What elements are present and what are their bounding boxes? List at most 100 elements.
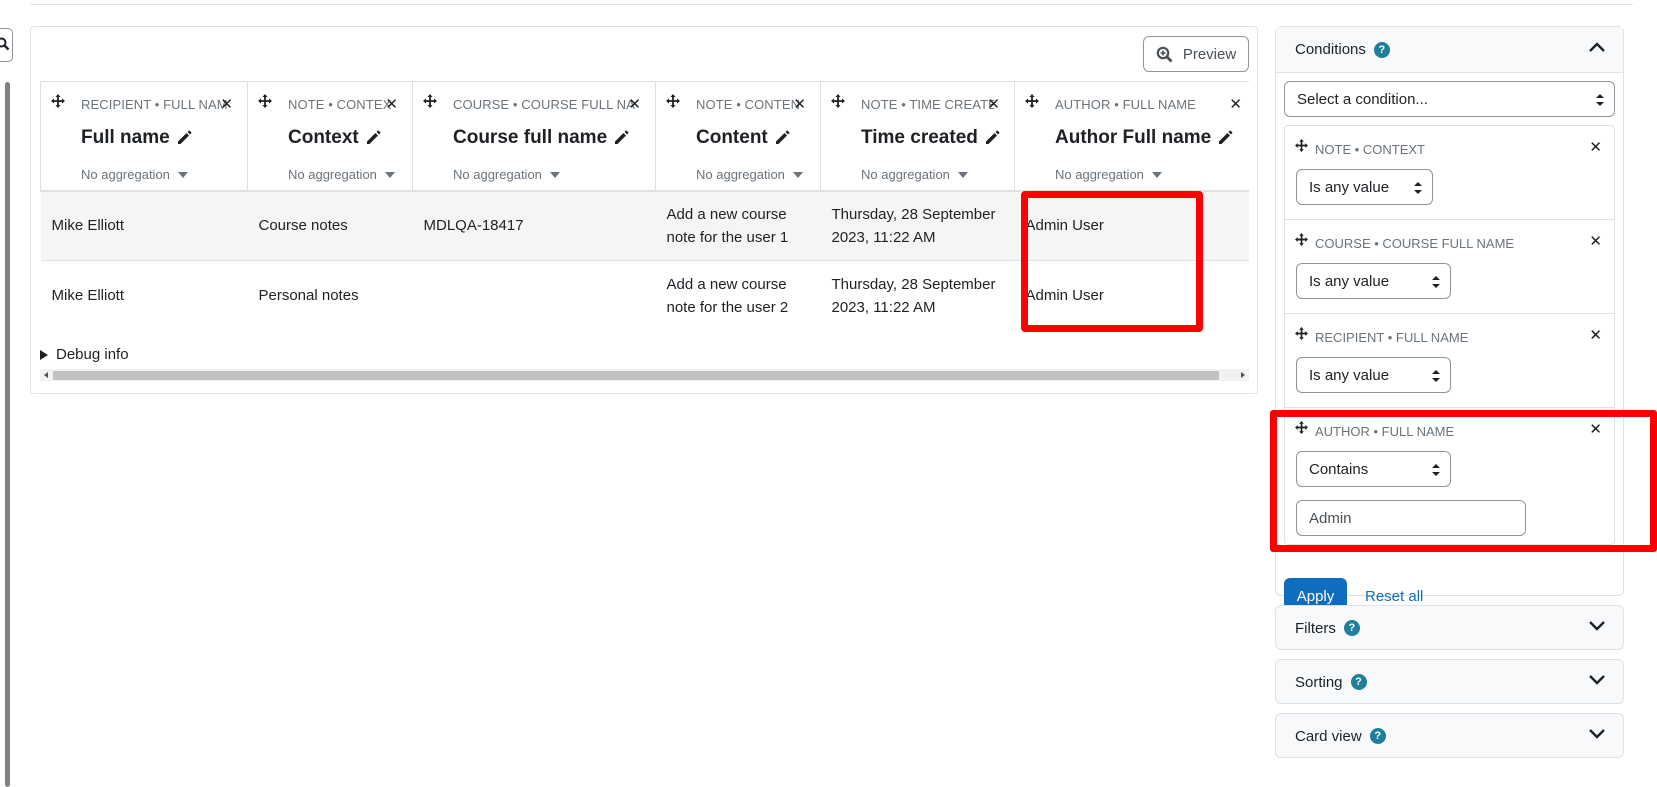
close-icon[interactable]: ✕ <box>1229 95 1242 113</box>
select-arrows-icon <box>1596 94 1604 106</box>
pencil-icon[interactable] <box>176 130 192 146</box>
pencil-icon[interactable] <box>774 130 790 146</box>
column-header-content: NOTE • CONTENT ✕ Content No aggregation <box>655 81 821 192</box>
aggregation-dropdown[interactable]: No aggregation <box>288 167 395 182</box>
highlight-box-author-cells <box>1021 191 1203 332</box>
cell-time-created: Thursday, 28 September 2023, 11:22 AM <box>820 190 1015 261</box>
scroll-right-icon[interactable] <box>1241 372 1245 378</box>
column-title[interactable]: Context <box>288 127 381 149</box>
column-title[interactable]: Content <box>696 127 790 149</box>
select-condition-dropdown[interactable]: Select a condition... <box>1284 81 1615 117</box>
cell-course <box>412 260 656 325</box>
filters-panel[interactable]: Filters ? <box>1275 605 1624 650</box>
pencil-icon[interactable] <box>613 130 629 146</box>
close-icon[interactable]: ✕ <box>628 95 641 113</box>
select-condition-label: Select a condition... <box>1297 90 1428 108</box>
help-icon[interactable]: ? <box>1373 41 1390 58</box>
condition-label: NOTE • CONTEXT <box>1315 142 1425 157</box>
chevron-down-icon[interactable] <box>1588 674 1606 686</box>
condition-operator-select[interactable]: Is any value <box>1296 357 1451 393</box>
condition-label: COURSE • COURSE FULL NAME <box>1315 236 1515 251</box>
highlight-box-author-condition <box>1270 410 1657 552</box>
aggregation-dropdown[interactable]: No aggregation <box>81 167 188 182</box>
card-view-panel[interactable]: Card view ? <box>1275 713 1624 758</box>
caret-down-icon <box>549 171 560 178</box>
card-view-title: Card view <box>1295 727 1362 745</box>
close-icon[interactable]: ✕ <box>987 95 1000 113</box>
cell-full-name: Mike Elliott <box>40 260 248 325</box>
sorting-header[interactable]: Sorting ? <box>1276 660 1623 704</box>
move-icon[interactable] <box>1295 233 1308 250</box>
top-divider <box>30 4 1633 5</box>
close-icon[interactable]: ✕ <box>1589 326 1602 344</box>
cell-time-created: Thursday, 28 September 2023, 11:22 AM <box>820 260 1015 325</box>
condition-operator-select[interactable]: Is any value <box>1296 169 1433 205</box>
column-title-text: Author Full name <box>1055 127 1212 148</box>
cell-context: Personal notes <box>247 260 413 325</box>
column-category: NOTE • CONTENT <box>696 97 800 112</box>
pencil-icon[interactable] <box>984 130 1000 146</box>
column-category: NOTE • CONTEXT <box>288 97 392 112</box>
column-header-context: NOTE • CONTEXT ✕ Context No aggregation <box>247 81 413 192</box>
cell-course: MDLQA-18417 <box>412 190 656 261</box>
aggregation-dropdown[interactable]: No aggregation <box>696 167 803 182</box>
move-icon[interactable] <box>666 94 680 112</box>
move-icon[interactable] <box>1295 139 1308 156</box>
chevron-up-icon[interactable] <box>1588 41 1606 53</box>
help-icon[interactable]: ? <box>1369 728 1386 744</box>
chevron-down-icon[interactable] <box>1588 728 1606 740</box>
aggregation-dropdown[interactable]: No aggregation <box>453 167 560 182</box>
aggregation-dropdown[interactable]: No aggregation <box>1055 167 1162 182</box>
pencil-icon[interactable] <box>365 130 381 146</box>
condition-item: COURSE • COURSE FULL NAME ✕ Is any value <box>1285 220 1614 314</box>
close-icon[interactable]: ✕ <box>1589 138 1602 156</box>
chevron-down-icon[interactable] <box>1588 620 1606 632</box>
help-icon[interactable]: ? <box>1350 674 1367 690</box>
preview-button[interactable]: Preview <box>1143 36 1249 72</box>
move-icon[interactable] <box>831 94 845 112</box>
scroll-left-icon[interactable] <box>44 372 48 378</box>
conditions-header[interactable]: Conditions ? <box>1276 27 1623 73</box>
move-icon[interactable] <box>1025 94 1039 112</box>
cell-full-name: Mike Elliott <box>40 190 248 261</box>
cell-context: Course notes <box>247 190 413 261</box>
column-title[interactable]: Time created <box>861 127 1000 149</box>
search-plus-icon <box>1156 46 1173 62</box>
sorting-panel[interactable]: Sorting ? <box>1275 659 1624 704</box>
debug-info-toggle[interactable]: Debug info <box>40 346 129 363</box>
caret-down-icon <box>1151 171 1162 178</box>
table-header-row: RECIPIENT • FULL NAME ✕ Full name No agg… <box>40 81 1249 192</box>
close-icon[interactable]: ✕ <box>385 95 398 113</box>
move-icon[interactable] <box>1295 327 1308 344</box>
pencil-icon[interactable] <box>1217 130 1233 146</box>
aggregation-label: No aggregation <box>81 167 170 182</box>
move-icon[interactable] <box>258 94 272 112</box>
left-search-button[interactable] <box>0 28 13 62</box>
caret-down-icon <box>384 171 395 178</box>
condition-item: NOTE • CONTEXT ✕ Is any value <box>1285 126 1614 220</box>
close-icon[interactable]: ✕ <box>220 95 233 113</box>
cell-content: Add a new course note for the user 2 <box>655 260 821 325</box>
close-icon[interactable]: ✕ <box>793 95 806 113</box>
caret-down-icon <box>792 171 803 178</box>
column-title[interactable]: Course full name <box>453 127 629 149</box>
preview-label: Preview <box>1182 45 1237 63</box>
column-title[interactable]: Full name <box>81 127 192 149</box>
left-scrollbar[interactable] <box>5 82 10 787</box>
search-icon <box>0 37 10 51</box>
select-arrows-icon <box>1432 370 1440 382</box>
column-category: RECIPIENT • FULL NAME <box>81 97 227 112</box>
reset-all-link[interactable]: Reset all <box>1365 588 1423 605</box>
move-icon[interactable] <box>423 94 437 112</box>
help-icon[interactable]: ? <box>1343 620 1360 636</box>
scrollbar-thumb[interactable] <box>53 371 1219 380</box>
column-title[interactable]: Author Full name <box>1055 127 1233 149</box>
condition-operator-select[interactable]: Is any value <box>1296 263 1451 299</box>
close-icon[interactable]: ✕ <box>1589 232 1602 250</box>
card-view-header[interactable]: Card view ? <box>1276 714 1623 758</box>
filters-header[interactable]: Filters ? <box>1276 606 1623 650</box>
column-category: COURSE • COURSE FULL NAME <box>453 97 635 112</box>
horizontal-scrollbar[interactable] <box>40 369 1249 381</box>
aggregation-dropdown[interactable]: No aggregation <box>861 167 968 182</box>
move-icon[interactable] <box>51 94 65 112</box>
